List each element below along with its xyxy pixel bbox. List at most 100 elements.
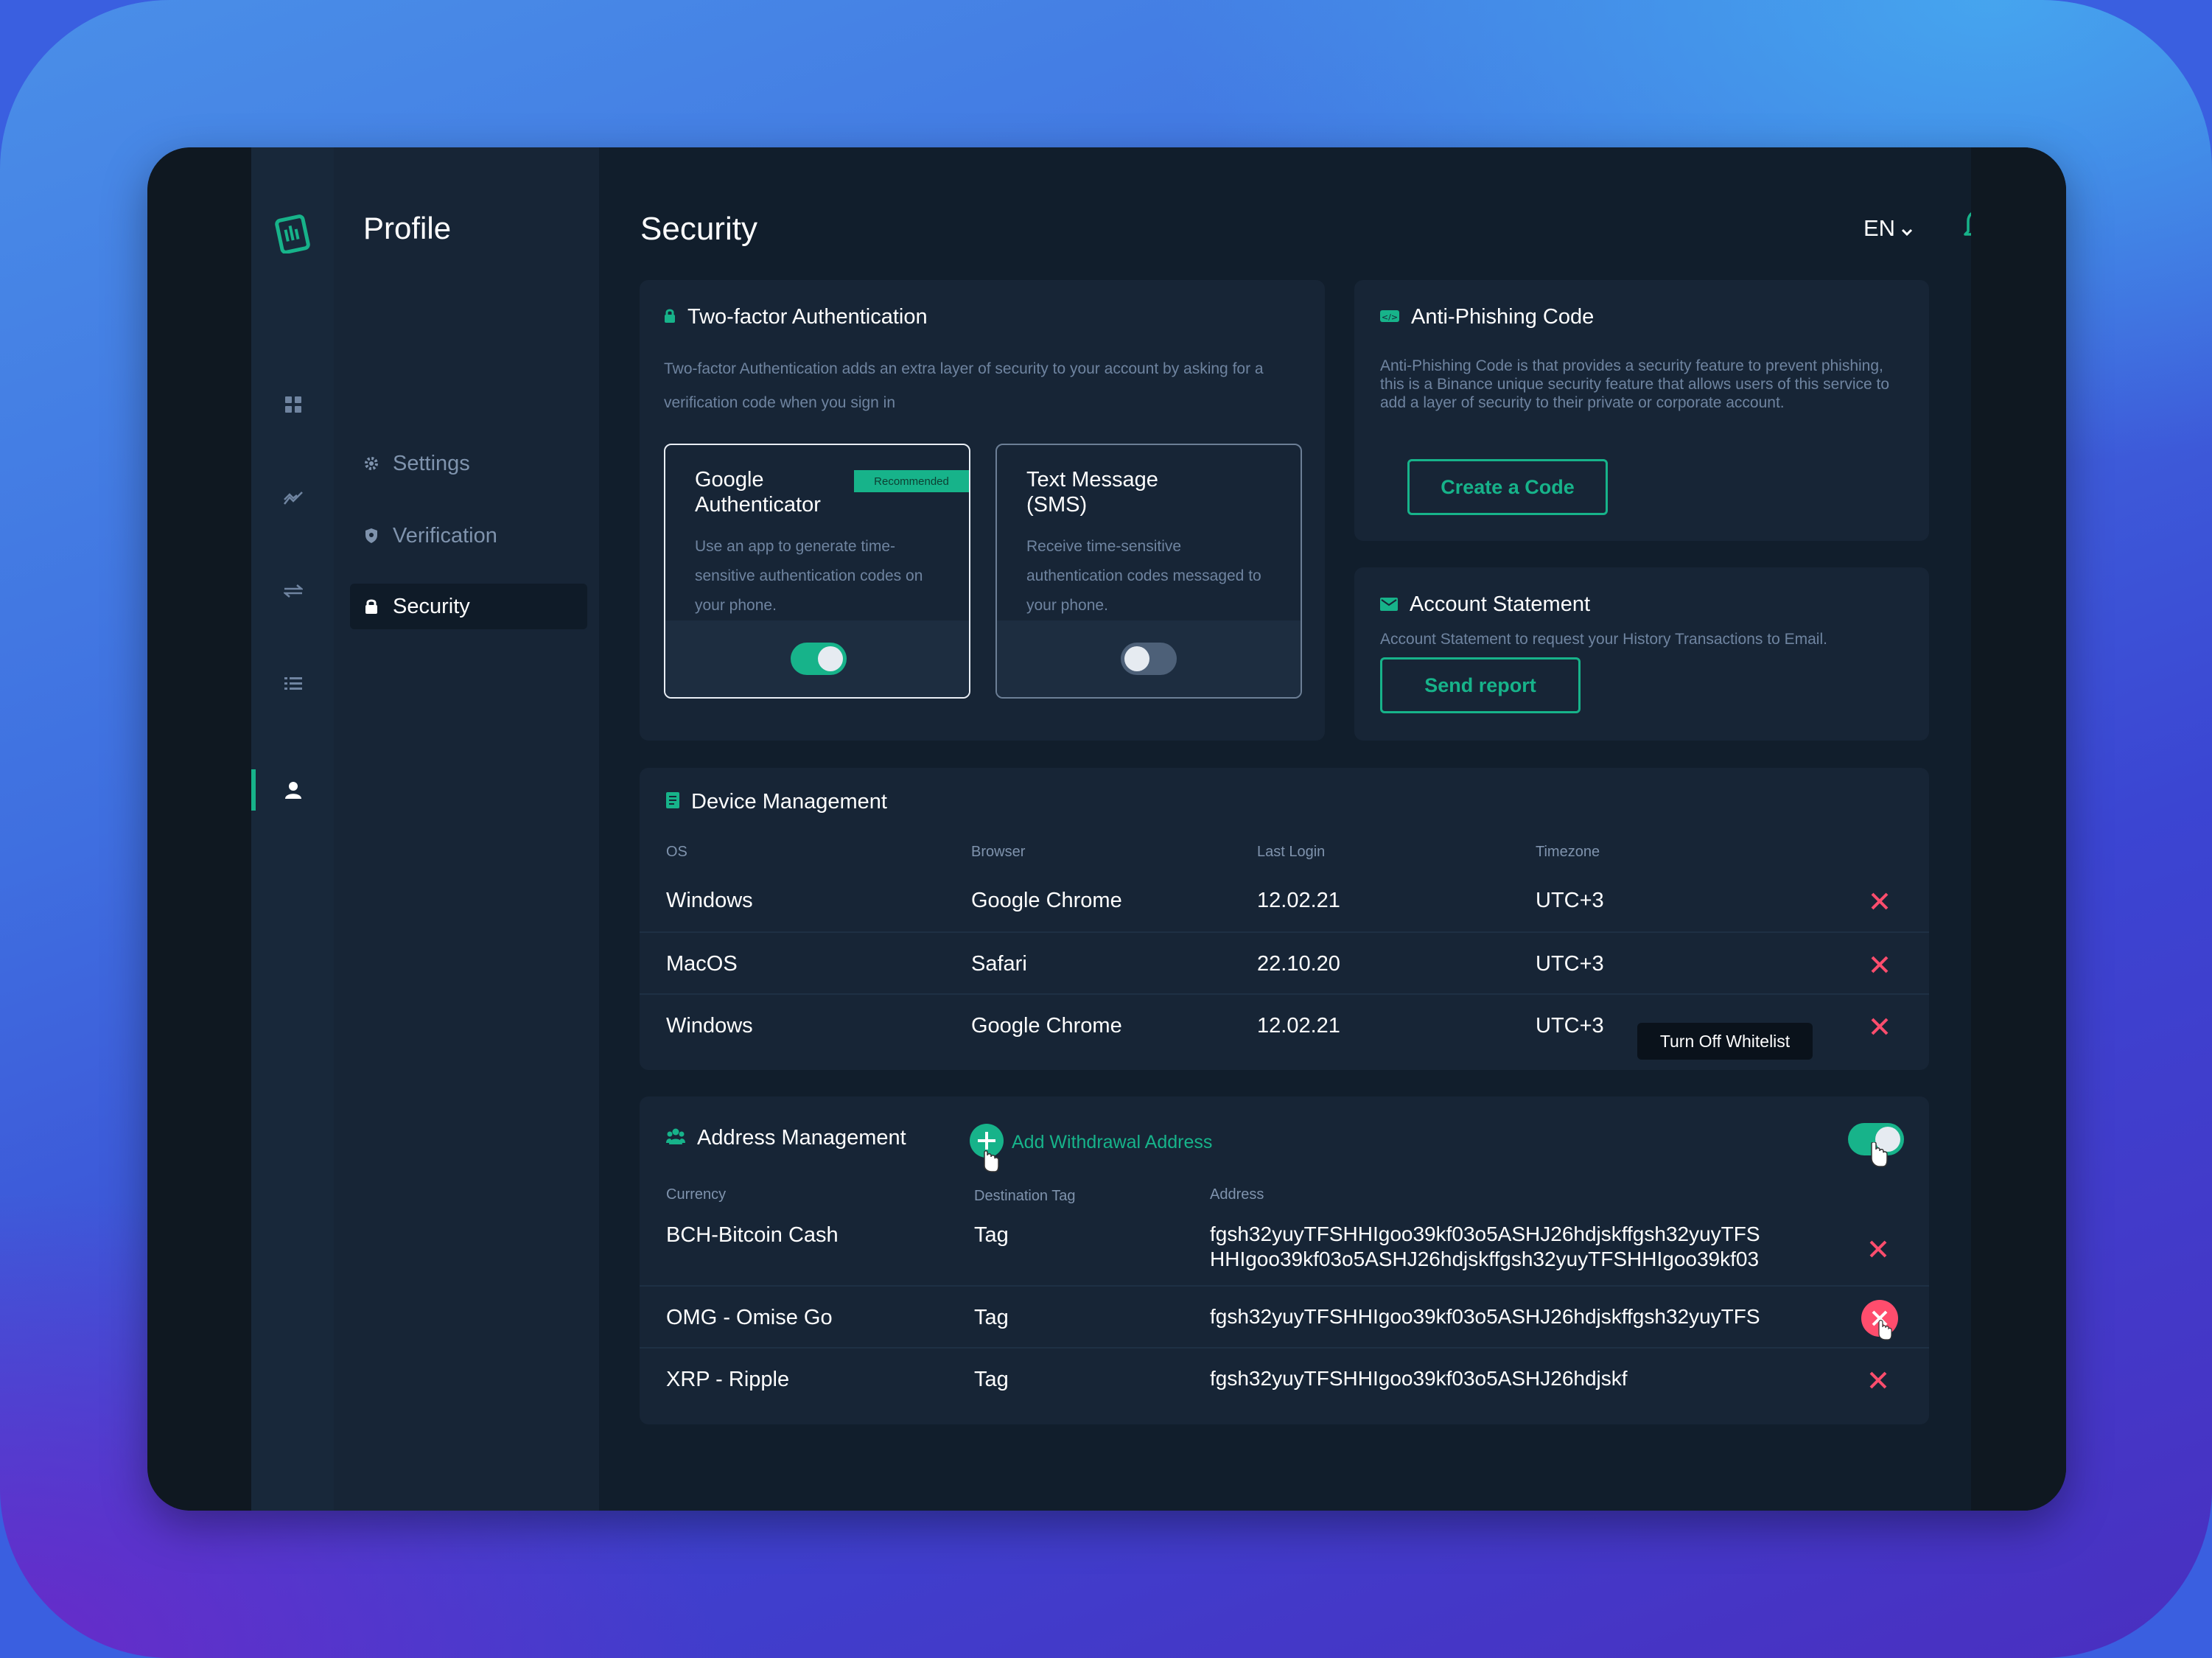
address-value: fgsh32yuyTFSHHIgoo39kf03o5ASHJ26hdjskffg…	[1210, 1305, 1760, 1328]
remove-address-button-hover[interactable]	[1861, 1300, 1898, 1340]
address-currency: OMG - Omise Go	[666, 1306, 833, 1329]
remove-device-icon[interactable]	[1870, 892, 1891, 912]
table-row: MacOS Safari 22.10.20 UTC+3	[640, 933, 1929, 995]
main-content: Security EN 8 Two-factor Authentication …	[599, 147, 2066, 1511]
address-value: fgsh32yuyTFSHHIgoo39kf03o5ASHJ26hdjskf	[1210, 1367, 1628, 1390]
svg-text:</>: </>	[1382, 312, 1398, 322]
device-os: Windows	[666, 1014, 753, 1038]
remove-device-icon[interactable]	[1870, 1017, 1891, 1038]
column-header-browser: Browser	[971, 844, 1026, 860]
subnav-item-label: Verification	[393, 523, 497, 548]
subnav-item-verification[interactable]: Verification	[350, 513, 587, 559]
send-report-button[interactable]: Send report	[1380, 657, 1581, 713]
two-factor-card: Two-factor Authentication Two-factor Aut…	[640, 280, 1325, 741]
method-description: Use an app to generate time-sensitive au…	[695, 538, 923, 614]
device-browser: Google Chrome	[971, 889, 1122, 912]
remove-address-icon[interactable]	[1869, 1371, 1889, 1391]
sms-toggle[interactable]	[1121, 643, 1177, 675]
cursor-hand-icon	[1871, 1142, 1888, 1167]
icon-rail	[251, 147, 334, 1511]
list-icon[interactable]	[278, 668, 309, 699]
app-window: Profile Settings Verification Security S…	[147, 147, 2066, 1511]
account-statement-card: Account Statement Account Statement to r…	[1354, 567, 1929, 741]
anti-phishing-title-text: Anti-Phishing Code	[1411, 305, 1595, 329]
address-table-body: BCH-Bitcoin Cash Tag fgsh32yuyTFSHHIgoo3…	[640, 1207, 1929, 1421]
remove-device-icon[interactable]	[1870, 955, 1891, 976]
subnav-item-security[interactable]: Security	[350, 584, 587, 629]
two-factor-title-text: Two-factor Authentication	[687, 305, 928, 329]
table-row: XRP - Ripple Tag fgsh32yuyTFSHHIgoo39kf0…	[640, 1349, 1929, 1410]
code-icon: </>	[1380, 305, 1399, 329]
anti-phishing-title: </> Anti-Phishing Code	[1380, 305, 1594, 329]
language-label: EN	[1863, 215, 1896, 241]
chart-icon[interactable]	[278, 483, 309, 514]
whitelist-tooltip: Turn Off Whitelist	[1637, 1023, 1813, 1060]
account-statement-title: Account Statement	[1380, 592, 1590, 617]
column-header-currency: Currency	[666, 1186, 727, 1203]
user-icon[interactable]	[278, 774, 309, 805]
method-name: Text Message (SMS)	[1026, 468, 1158, 517]
column-header-timezone: Timezone	[1536, 844, 1600, 860]
device-timezone: UTC+3	[1536, 1014, 1604, 1038]
profile-subnav: Profile Settings Verification Security	[334, 147, 599, 1511]
address-tag: Tag	[974, 1368, 1009, 1391]
column-header-destination-tag: Destination Tag	[974, 1188, 1076, 1204]
device-management-title: Device Management	[666, 790, 887, 814]
address-management-title-text: Address Management	[697, 1126, 906, 1150]
column-header-os: OS	[666, 844, 687, 860]
device-timezone: UTC+3	[1536, 889, 1604, 912]
language-selector[interactable]: EN	[1863, 215, 1913, 242]
section-title: Profile	[363, 211, 452, 245]
gear-icon	[363, 455, 379, 472]
device-last-login: 22.10.20	[1257, 952, 1340, 976]
device-browser: Safari	[971, 952, 1027, 976]
device-last-login: 12.02.21	[1257, 1014, 1340, 1038]
account-statement-title-text: Account Statement	[1410, 592, 1591, 616]
subnav-item-label: Security	[393, 594, 470, 618]
method-footer	[997, 620, 1301, 697]
sms-option[interactable]: Text Message (SMS) Receive time-sensitiv…	[995, 444, 1302, 699]
address-tag: Tag	[974, 1223, 1009, 1247]
column-header-last-login: Last Login	[1257, 844, 1326, 860]
column-header-address: Address	[1210, 1186, 1264, 1203]
close-icon	[1872, 1310, 1892, 1340]
subnav-item-settings[interactable]: Settings	[350, 441, 587, 486]
table-row: OMG - Omise Go Tag fgsh32yuyTFSHHIgoo39k…	[640, 1287, 1929, 1349]
plus-circle-icon	[969, 1123, 1004, 1177]
anti-phishing-description: Anti-Phishing Code is that provides a se…	[1380, 357, 1890, 411]
document-icon	[666, 790, 679, 814]
two-factor-description: Two-factor Authentication adds an extra …	[664, 360, 1264, 411]
recommended-badge: Recommended	[854, 470, 969, 492]
device-os: MacOS	[666, 952, 738, 976]
account-statement-description: Account Statement to request your Histor…	[1380, 631, 1827, 648]
google-authenticator-toggle[interactable]	[791, 643, 847, 675]
address-management-title: Address Management	[666, 1126, 906, 1150]
mail-icon	[1380, 592, 1398, 617]
right-bezel	[1971, 147, 2066, 1511]
exchange-icon[interactable]	[278, 576, 309, 606]
method-description: Receive time-sensitive authentication co…	[1026, 538, 1261, 614]
logo-icon[interactable]	[275, 212, 312, 254]
page-title: Security	[640, 211, 757, 247]
address-currency: BCH-Bitcoin Cash	[666, 1223, 839, 1247]
shield-icon	[363, 528, 379, 544]
address-management-card: Address Management Add Withdrawal Addres…	[640, 1096, 1929, 1424]
remove-address-icon[interactable]	[1869, 1239, 1889, 1260]
device-os: Windows	[666, 889, 753, 912]
device-browser: Google Chrome	[971, 1014, 1122, 1038]
dashboard-icon[interactable]	[278, 389, 309, 420]
method-footer	[665, 620, 969, 697]
two-factor-title: Two-factor Authentication	[664, 305, 928, 329]
add-withdrawal-address-button[interactable]: Add Withdrawal Address	[969, 1123, 1212, 1177]
address-tag: Tag	[974, 1306, 1009, 1329]
device-last-login: 12.02.21	[1257, 889, 1340, 912]
anti-phishing-card: </> Anti-Phishing Code Anti-Phishing Cod…	[1354, 280, 1929, 541]
chevron-down-icon	[1901, 215, 1913, 242]
create-code-button[interactable]: Create a Code	[1407, 459, 1608, 515]
subnav-item-label: Settings	[393, 451, 470, 475]
add-withdrawal-address-label: Add Withdrawal Address	[1012, 1132, 1213, 1152]
device-timezone: UTC+3	[1536, 952, 1604, 976]
google-authenticator-option[interactable]: Google Authenticator Recommended Use an …	[664, 444, 970, 699]
table-row: Windows Google Chrome 12.02.21 UTC+3	[640, 871, 1929, 933]
device-management-title-text: Device Management	[691, 790, 887, 814]
